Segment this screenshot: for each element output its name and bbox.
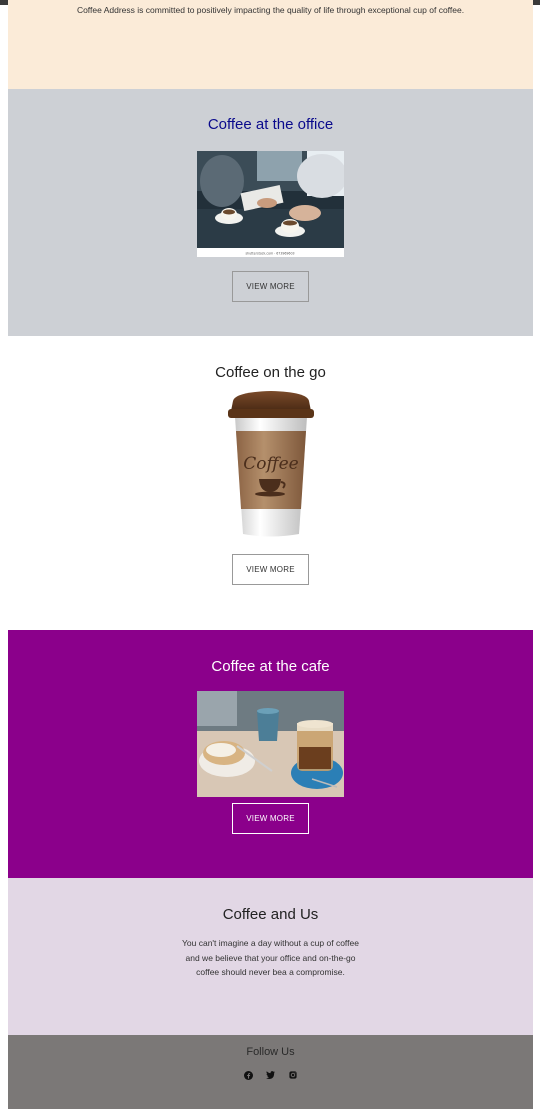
intro-text: Coffee Address is committed to positivel… <box>76 5 465 15</box>
svg-text:shutterstock.com · 673969603: shutterstock.com · 673969603 <box>245 252 294 256</box>
office-section: Coffee at the office shutterstock.com · … <box>8 89 533 336</box>
office-meeting-image: shutterstock.com · 673969603 <box>197 151 344 257</box>
go-section: Coffee on the go Coffee VIEW MORE <box>8 336 533 630</box>
about-section: Coffee and Us You can't imagine a day wi… <box>8 878 533 1035</box>
instagram-icon[interactable] <box>288 1070 298 1080</box>
social-links <box>8 1070 533 1080</box>
office-title: Coffee at the office <box>207 116 334 133</box>
coffee-cup-image: Coffee <box>228 391 314 537</box>
svg-text:Coffee: Coffee <box>243 454 298 474</box>
about-text: You can't imagine a day without a cup of… <box>182 938 359 977</box>
intro-section: Coffee Address is committed to positivel… <box>8 0 533 89</box>
about-title: Coffee and Us <box>222 906 319 923</box>
cafe-coffee-image <box>197 691 344 797</box>
cafe-title: Coffee at the cafe <box>211 658 330 675</box>
go-view-more-button[interactable]: VIEW MORE <box>232 554 309 585</box>
page-content: Coffee Address is committed to positivel… <box>8 0 533 1109</box>
twitter-icon[interactable] <box>266 1070 276 1080</box>
office-view-more-button[interactable]: VIEW MORE <box>232 271 309 302</box>
footer-title: Follow Us <box>246 1046 295 1058</box>
go-title: Coffee on the go <box>215 364 326 381</box>
cafe-view-more-button[interactable]: VIEW MORE <box>232 803 309 834</box>
footer-section: Follow Us <box>8 1035 533 1109</box>
cafe-section: Coffee at the cafe VIEW MORE <box>8 630 533 878</box>
facebook-icon[interactable] <box>244 1070 254 1080</box>
